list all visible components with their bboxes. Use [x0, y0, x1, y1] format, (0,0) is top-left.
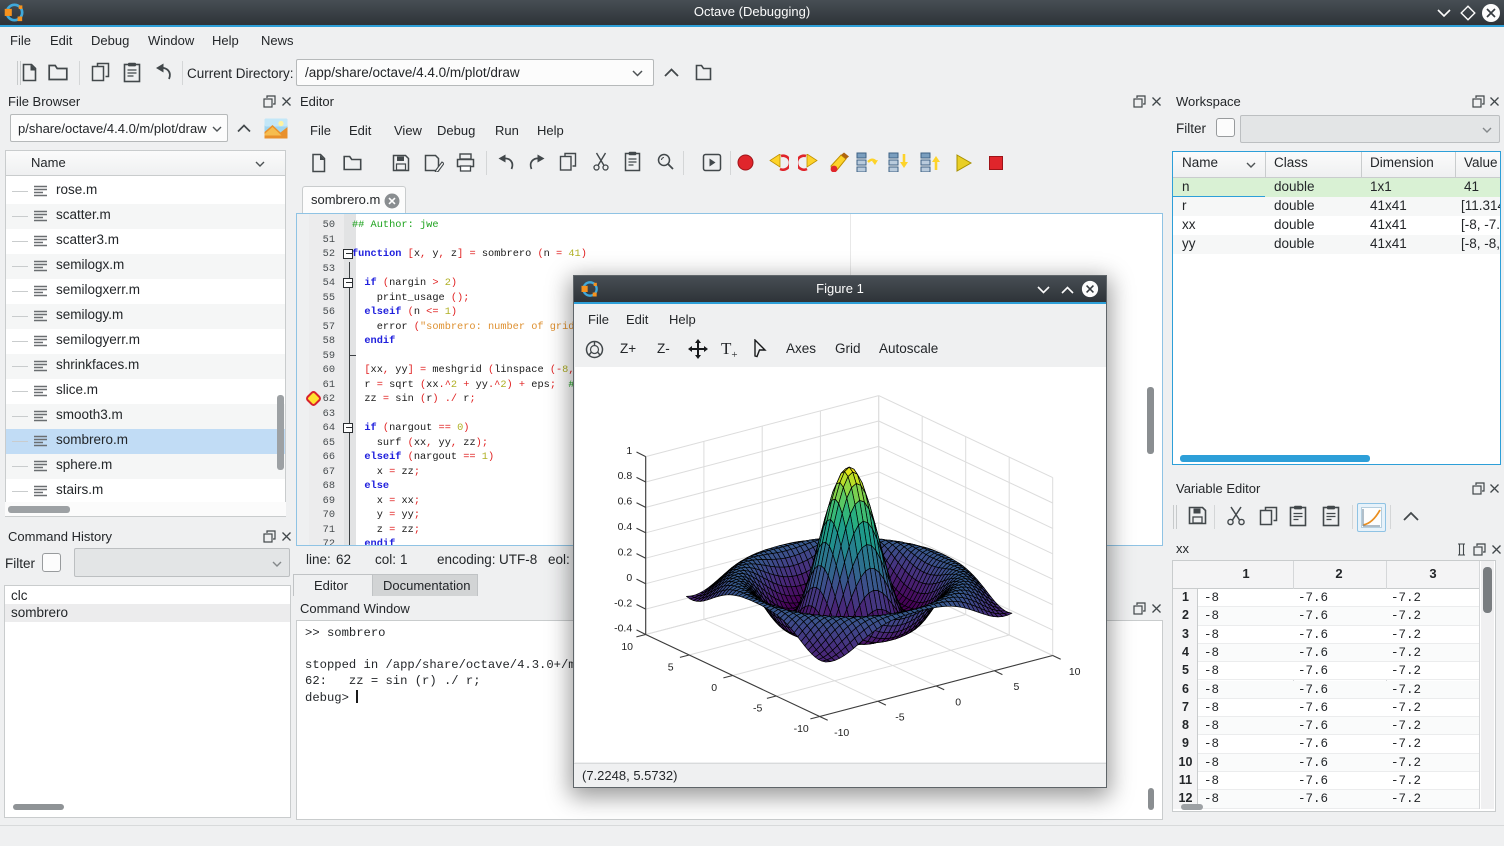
- svg-text:0.6: 0.6: [618, 496, 633, 508]
- svg-text:5: 5: [1013, 681, 1019, 693]
- svg-text:1: 1: [626, 445, 632, 457]
- svg-text:0.2: 0.2: [618, 546, 633, 558]
- svg-text:0.4: 0.4: [618, 521, 633, 533]
- svg-text:0: 0: [711, 682, 717, 694]
- svg-text:-5: -5: [895, 712, 904, 724]
- svg-text:0: 0: [955, 696, 961, 708]
- svg-text:-10: -10: [834, 727, 849, 739]
- svg-text:5: 5: [668, 662, 674, 674]
- svg-text:10: 10: [621, 641, 633, 653]
- svg-text:10: 10: [1069, 666, 1081, 678]
- svg-text:-10: -10: [794, 723, 809, 735]
- svg-text:-0.4: -0.4: [614, 623, 632, 635]
- svg-text:0: 0: [626, 572, 632, 584]
- svg-text:-5: -5: [753, 703, 762, 715]
- svg-text:-0.2: -0.2: [614, 597, 632, 609]
- svg-text:0.8: 0.8: [618, 470, 633, 482]
